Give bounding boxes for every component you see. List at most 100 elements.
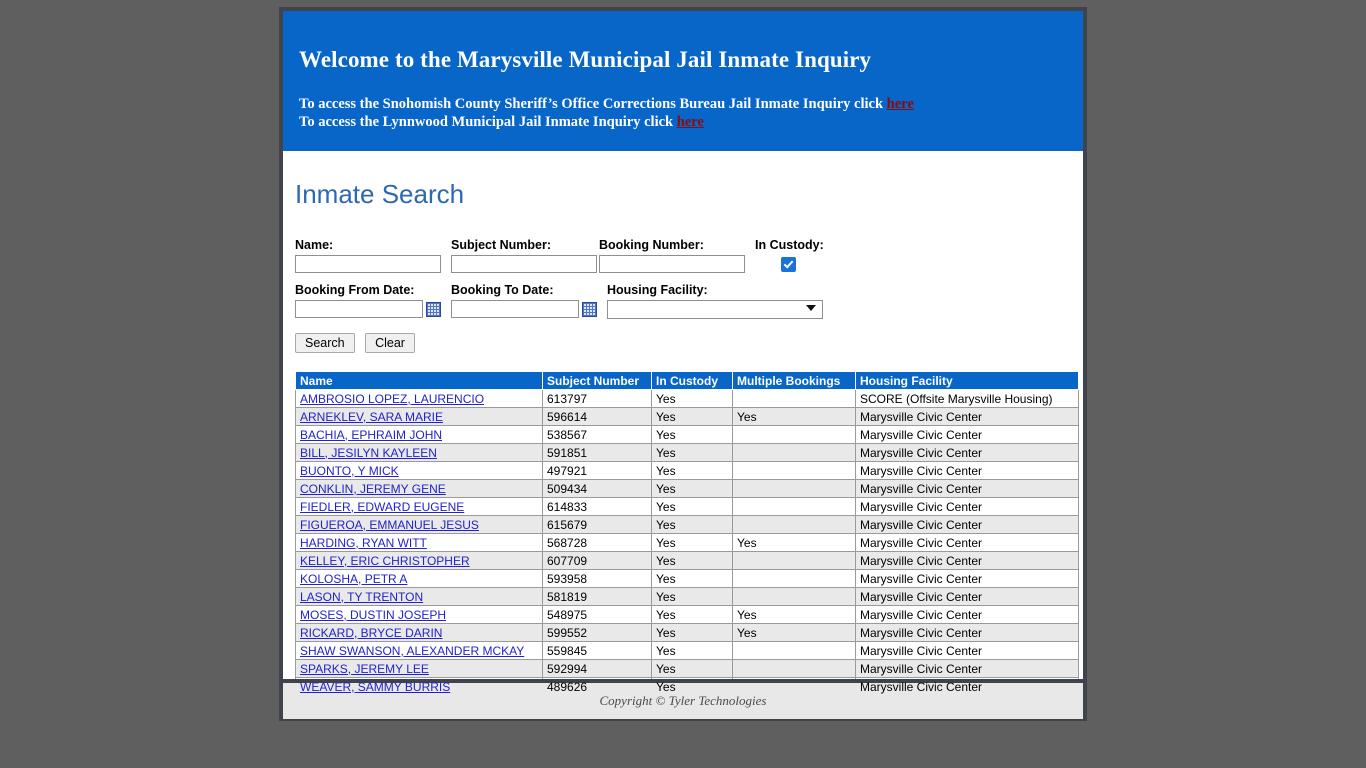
table-row: AMBROSIO LOPEZ, LAURENCIO 613797 Yes SCORE … bbox=[295, 389, 1079, 408]
cell-in-custody: Yes bbox=[651, 461, 733, 480]
cell-housing-facility: Marysville Civic Center bbox=[855, 659, 1079, 678]
table-row: SHAW SWANSON, ALEXANDER MCKAY 559845 Yes Ma… bbox=[295, 641, 1079, 660]
column-header-subject-number[interactable]: Subject Number bbox=[542, 371, 652, 390]
booking-to-date-wrap bbox=[451, 300, 607, 318]
cell-housing-facility: Marysville Civic Center bbox=[855, 461, 1079, 480]
cell-subject-number: 581819 bbox=[542, 587, 652, 606]
cell-housing-facility: Marysville Civic Center bbox=[855, 551, 1079, 570]
subject-number-input[interactable] bbox=[451, 255, 597, 273]
booking-number-input[interactable] bbox=[599, 255, 745, 273]
booking-from-date-label: Booking From Date: bbox=[295, 283, 415, 297]
booking-from-date-input[interactable] bbox=[295, 300, 423, 318]
results-header-row: Name Subject Number In Custody Multiple … bbox=[295, 371, 1079, 390]
cell-multiple-bookings bbox=[732, 515, 856, 534]
cell-multiple-bookings bbox=[732, 425, 856, 444]
table-row: LASON, TY TRENTON 581819 Yes Marysville Civ… bbox=[295, 587, 1079, 606]
table-row: KELLEY, ERIC CHRISTOPHER 607709 Yes Marysvi… bbox=[295, 551, 1079, 570]
inmate-name-link[interactable]: WEAVER, SAMMY BURRIS bbox=[300, 680, 450, 694]
cell-name: BACHIA, EPHRAIM JOHN bbox=[295, 425, 543, 444]
cell-multiple-bookings bbox=[732, 443, 856, 462]
banner-line-snohomish-text: To access the Snohomish County Sheriff’s… bbox=[299, 96, 887, 112]
column-header-in-custody[interactable]: In Custody bbox=[651, 371, 733, 390]
subject-number-field-group: Subject Number: bbox=[451, 238, 599, 273]
inmate-name-link[interactable]: BUONTO, Y MICK bbox=[300, 464, 399, 478]
housing-facility-select[interactable] bbox=[607, 300, 823, 319]
calendar-icon[interactable] bbox=[582, 301, 597, 317]
cell-housing-facility: Marysville Civic Center bbox=[855, 515, 1079, 534]
table-row: SPARKS, JEREMY LEE 592994 Yes Marysville Ci… bbox=[295, 659, 1079, 678]
table-row: BACHIA, EPHRAIM JOHN 538567 Yes Marysville … bbox=[295, 425, 1079, 444]
cell-multiple-bookings: Yes bbox=[732, 605, 856, 624]
banner-title: Welcome to the Marysville Municipal Jail… bbox=[299, 47, 872, 72]
search-form-row-1: Name: Subject Number: Booking Number: In… bbox=[295, 238, 1071, 277]
table-row: ARNEKLEV, SARA MARIE 596614 Yes Yes Marysvil… bbox=[295, 407, 1079, 426]
page-container: Welcome to the Marysville Municipal Jail… bbox=[279, 7, 1087, 721]
cell-in-custody: Yes bbox=[651, 587, 733, 606]
cell-in-custody: Yes bbox=[651, 569, 733, 588]
cell-housing-facility: Marysville Civic Center bbox=[855, 425, 1079, 444]
booking-to-date-input[interactable] bbox=[451, 300, 579, 318]
cell-name: RICKARD, BRYCE DARIN bbox=[295, 623, 543, 642]
cell-name: FIGUEROA, EMMANUEL JESUS bbox=[295, 515, 543, 534]
column-header-name[interactable]: Name bbox=[295, 371, 543, 390]
column-header-housing-facility[interactable]: Housing Facility bbox=[855, 371, 1079, 390]
table-row: CONKLIN, JEREMY GENE 509434 Yes Marysville … bbox=[295, 479, 1079, 498]
clear-button[interactable]: Clear bbox=[365, 333, 415, 353]
cell-name: SHAW SWANSON, ALEXANDER MCKAY bbox=[295, 641, 543, 660]
cell-in-custody: Yes bbox=[651, 479, 733, 498]
banner-line-lynnwood: To access the Lynnwood Municipal Jail In… bbox=[299, 113, 1067, 131]
search-button[interactable]: Search bbox=[295, 333, 355, 353]
inmate-name-link[interactable]: FIGUEROA, EMMANUEL JESUS bbox=[300, 518, 479, 532]
in-custody-checkbox[interactable] bbox=[781, 257, 796, 272]
cell-subject-number: 497921 bbox=[542, 461, 652, 480]
calendar-icon[interactable] bbox=[426, 301, 441, 317]
inmate-name-link[interactable]: ARNEKLEV, SARA MARIE bbox=[300, 410, 443, 424]
inmate-name-link[interactable]: AMBROSIO LOPEZ, LAURENCIO bbox=[300, 392, 484, 406]
cell-multiple-bookings bbox=[732, 587, 856, 606]
cell-in-custody: Yes bbox=[651, 425, 733, 444]
cell-multiple-bookings: Yes bbox=[732, 533, 856, 552]
name-input[interactable] bbox=[295, 255, 441, 273]
booking-number-field-group: Booking Number: bbox=[599, 238, 755, 273]
table-row: FIEDLER, EDWARD EUGENE 614833 Yes Marysvill… bbox=[295, 497, 1079, 516]
in-custody-label: In Custody: bbox=[755, 238, 824, 252]
snohomish-inquiry-link[interactable]: here bbox=[887, 96, 914, 112]
booking-to-date-label: Booking To Date: bbox=[451, 283, 554, 297]
name-field-group: Name: bbox=[295, 238, 451, 273]
cell-multiple-bookings bbox=[732, 479, 856, 498]
inmate-name-link[interactable]: SHAW SWANSON, ALEXANDER MCKAY bbox=[300, 644, 524, 658]
cell-name: AMBROSIO LOPEZ, LAURENCIO bbox=[295, 389, 543, 408]
results-table-body: AMBROSIO LOPEZ, LAURENCIO 613797 Yes SCORE … bbox=[295, 389, 1079, 696]
inmate-name-link[interactable]: SPARKS, JEREMY LEE bbox=[300, 662, 429, 676]
inmate-name-link[interactable]: HARDING, RYAN WITT bbox=[300, 536, 427, 550]
cell-name: FIEDLER, EDWARD EUGENE bbox=[295, 497, 543, 516]
cell-multiple-bookings: Yes bbox=[732, 407, 856, 426]
cell-multiple-bookings bbox=[732, 659, 856, 678]
cell-housing-facility: Marysville Civic Center bbox=[855, 533, 1079, 552]
housing-facility-label: Housing Facility: bbox=[607, 283, 708, 297]
cell-multiple-bookings bbox=[732, 389, 856, 408]
cell-name: LASON, TY TRENTON bbox=[295, 587, 543, 606]
inmate-name-link[interactable]: MOSES, DUSTIN JOSEPH bbox=[300, 608, 446, 622]
inmate-name-link[interactable]: BACHIA, EPHRAIM JOHN bbox=[300, 428, 442, 442]
inmate-name-link[interactable]: RICKARD, BRYCE DARIN bbox=[300, 626, 442, 640]
cell-in-custody: Yes bbox=[651, 443, 733, 462]
cell-housing-facility: Marysville Civic Center bbox=[855, 623, 1079, 642]
housing-facility-field-group: Housing Facility: bbox=[607, 283, 823, 319]
cell-in-custody: Yes bbox=[651, 389, 733, 408]
column-header-multiple-bookings[interactable]: Multiple Bookings bbox=[732, 371, 856, 390]
cell-housing-facility: Marysville Civic Center bbox=[855, 569, 1079, 588]
inmate-name-link[interactable]: CONKLIN, JEREMY GENE bbox=[300, 482, 446, 496]
inmate-name-link[interactable]: FIEDLER, EDWARD EUGENE bbox=[300, 500, 464, 514]
cell-subject-number: 615679 bbox=[542, 515, 652, 534]
inmate-name-link[interactable]: KELLEY, ERIC CHRISTOPHER bbox=[300, 554, 470, 568]
banner-line-snohomish: To access the Snohomish County Sheriff’s… bbox=[299, 95, 1067, 113]
cell-name: ARNEKLEV, SARA MARIE bbox=[295, 407, 543, 426]
lynnwood-inquiry-link[interactable]: here bbox=[677, 114, 704, 130]
inmate-name-link[interactable]: KOLOSHA, PETR A bbox=[300, 572, 407, 586]
cell-name: KELLEY, ERIC CHRISTOPHER bbox=[295, 551, 543, 570]
cell-in-custody: Yes bbox=[651, 497, 733, 516]
cell-subject-number: 596614 bbox=[542, 407, 652, 426]
inmate-name-link[interactable]: BILL, JESILYN KAYLEEN bbox=[300, 446, 437, 460]
inmate-name-link[interactable]: LASON, TY TRENTON bbox=[300, 590, 423, 604]
